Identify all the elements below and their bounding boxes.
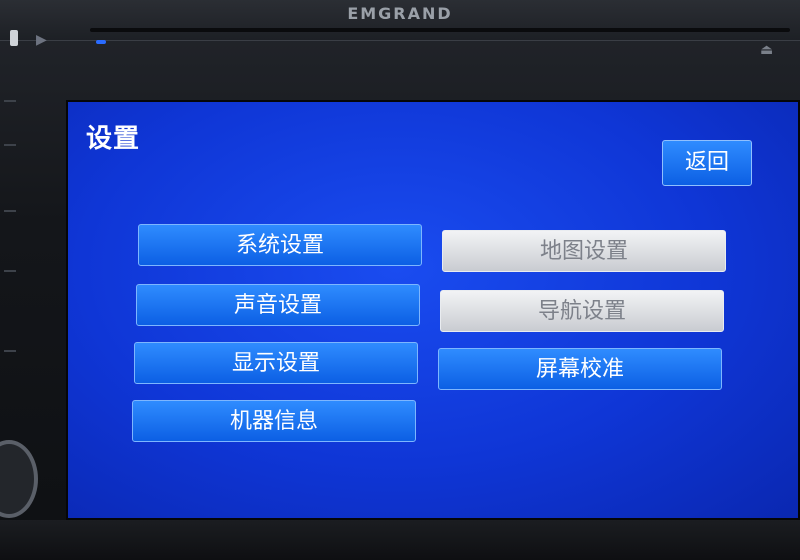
play-icon[interactable]: ▶ — [36, 30, 64, 50]
left-button-4[interactable] — [4, 270, 16, 272]
disc-slot — [90, 28, 790, 32]
left-button-2[interactable] — [4, 144, 16, 146]
bottom-bezel — [0, 520, 800, 560]
car-head-unit: EMGRAND ▶ ⏏ 设置 返回 系统设置 声音设置 显示设置 机器信息 地图… — [0, 0, 800, 560]
screen-calibration-button[interactable]: 屏幕校准 — [438, 348, 722, 390]
map-settings-button[interactable]: 地图设置 — [442, 230, 726, 272]
system-settings-button[interactable]: 系统设置 — [138, 224, 422, 266]
left-button-1[interactable] — [4, 100, 16, 102]
settings-screen: 设置 返回 系统设置 声音设置 显示设置 机器信息 地图设置 导航设置 屏幕校准 — [66, 100, 800, 520]
back-button[interactable]: 返回 — [662, 140, 752, 186]
status-led — [96, 40, 106, 44]
top-bezel: EMGRAND — [0, 0, 800, 41]
eject-icon[interactable]: ⏏ — [760, 42, 780, 62]
left-button-5[interactable] — [4, 350, 16, 352]
volume-knob[interactable] — [0, 440, 38, 518]
page-title: 设置 — [86, 124, 141, 154]
left-button-3[interactable] — [4, 210, 16, 212]
power-button[interactable] — [10, 30, 18, 46]
sound-settings-button[interactable]: 声音设置 — [136, 284, 420, 326]
device-info-button[interactable]: 机器信息 — [132, 400, 416, 442]
display-settings-button[interactable]: 显示设置 — [134, 342, 418, 384]
brand-logo: EMGRAND — [347, 4, 453, 23]
navigation-settings-button[interactable]: 导航设置 — [440, 290, 724, 332]
